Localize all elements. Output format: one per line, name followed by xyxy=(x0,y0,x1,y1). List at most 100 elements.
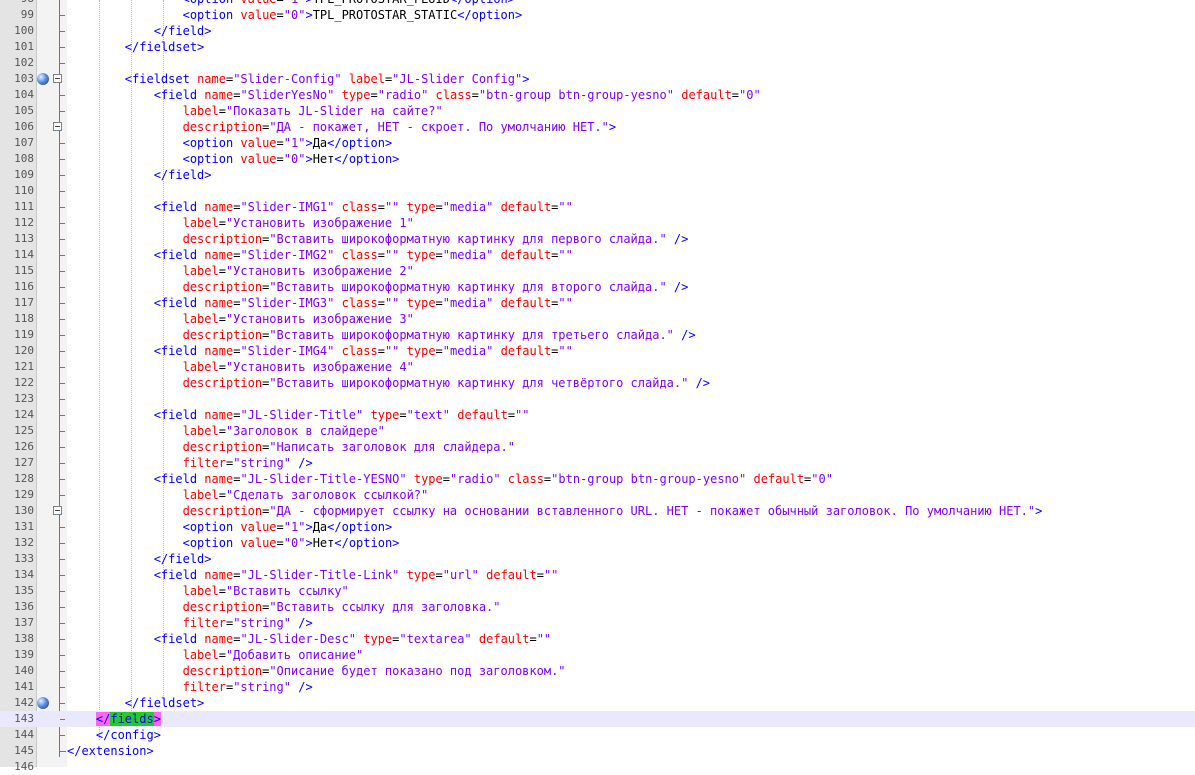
code-line[interactable]: 140 description="Описание будет показано… xyxy=(0,663,1195,679)
code-line[interactable]: 121 label="Установить изображение 4" xyxy=(0,359,1195,375)
code-line[interactable]: 125 label="Заголовок в слайдере" xyxy=(0,423,1195,439)
code-line[interactable]: 131 <option value="1">Да</option> xyxy=(0,519,1195,535)
code-line[interactable]: 118 label="Установить изображение 3" xyxy=(0,311,1195,327)
code-line[interactable]: 113 description="Вставить широкоформатну… xyxy=(0,231,1195,247)
code-line[interactable]: 111 <field name="Slider-IMG1" class="" t… xyxy=(0,199,1195,215)
code-line[interactable]: 122 description="Вставить широкоформатну… xyxy=(0,375,1195,391)
line-text: description="Написать заголовок для слай… xyxy=(182,440,515,454)
code-line[interactable]: 116 description="Вставить широкоформатну… xyxy=(0,279,1195,295)
line-number: 105 xyxy=(14,104,34,117)
code-line[interactable]: 133 </field> xyxy=(0,551,1195,567)
line-number: 116 xyxy=(14,280,34,293)
line-text: label="Сделать заголовок ссылкой?" xyxy=(182,488,429,502)
code-line[interactable]: 117 <field name="Slider-IMG3" class="" t… xyxy=(0,295,1195,311)
line-text: <field name="Slider-IMG3" class="" type=… xyxy=(153,296,573,310)
fold-tick xyxy=(60,719,65,720)
line-number: 102 xyxy=(14,56,34,69)
code-line[interactable]: 114 <field name="Slider-IMG2" class="" t… xyxy=(0,247,1195,263)
line-number: 146 xyxy=(14,760,34,773)
code-line[interactable]: 101 </fieldset> xyxy=(0,39,1195,55)
code-line[interactable]: 137 filter="string" /> xyxy=(0,615,1195,631)
line-number: 121 xyxy=(14,360,34,373)
line-text: filter="string" /> xyxy=(182,456,313,470)
code-line[interactable]: 129 label="Сделать заголовок ссылкой?" xyxy=(0,487,1195,503)
code-line[interactable]: 145 </extension> xyxy=(0,743,1195,759)
line-text: <option value="1">Да</option> xyxy=(182,136,393,150)
line-number: 135 xyxy=(14,584,34,597)
code-line[interactable]: 123 xyxy=(0,391,1195,407)
fold-tick xyxy=(60,191,65,192)
line-number: 106 xyxy=(14,120,34,133)
fold-tick xyxy=(60,655,65,656)
code-line[interactable]: 108 <option value="0">Нет</option> xyxy=(0,151,1195,167)
line-number: 100 xyxy=(14,24,34,37)
fold-tick xyxy=(60,463,65,464)
line-text: <option value="0">Нет</option> xyxy=(182,152,400,166)
line-number: 117 xyxy=(14,296,34,309)
fold-tick xyxy=(60,447,65,448)
fold-tick xyxy=(60,207,65,208)
code-line[interactable]: 102 xyxy=(0,55,1195,71)
code-line[interactable]: 105 label="Показать JL-Slider на сайте?" xyxy=(0,103,1195,119)
fold-tick xyxy=(60,15,65,16)
line-text: <option value="1">TPL_PROTOSTAR_FLUID</o… xyxy=(67,0,515,7)
code-line[interactable]: 130 description="ДА - сформирует ссылку … xyxy=(0,503,1195,519)
code-line[interactable]: 120 <field name="Slider-IMG4" class="" t… xyxy=(0,343,1195,359)
fold-tick xyxy=(60,591,65,592)
code-line[interactable]: 112 label="Установить изображение 1" xyxy=(0,215,1195,231)
line-number: 132 xyxy=(14,536,34,549)
code-line[interactable]: 136 description="Вставить ссылку для заг… xyxy=(0,599,1195,615)
bookmark-icon[interactable] xyxy=(37,697,49,709)
code-line[interactable]: 135 label="Вставить ссылку" xyxy=(0,583,1195,599)
line-number: 131 xyxy=(14,520,34,533)
code-line[interactable]: 99 <option value="0">TPL_PROTOSTAR_STATI… xyxy=(0,7,1195,23)
line-number: 145 xyxy=(14,744,34,757)
line-text: label="Показать JL-Slider на сайте?" xyxy=(182,104,443,118)
code-line[interactable]: 100 </field> xyxy=(0,23,1195,39)
code-line[interactable]: 146 xyxy=(0,759,1195,775)
fold-tick xyxy=(60,703,65,704)
fold-tick xyxy=(60,47,65,48)
line-text: description="ДА - сформирует ссылку на о… xyxy=(182,504,1043,518)
fold-tick xyxy=(60,303,65,304)
fold-tick xyxy=(60,287,65,288)
code-line[interactable]: 144 </config> xyxy=(0,727,1195,743)
line-number: 124 xyxy=(14,408,34,421)
fold-toggle-icon[interactable] xyxy=(53,74,62,83)
code-line[interactable]: 107 <option value="1">Да</option> xyxy=(0,135,1195,151)
code-editor[interactable]: 98 <option value="1">TPL_PROTOSTAR_FLUID… xyxy=(0,0,1195,775)
code-line[interactable]: 119 description="Вставить широкоформатну… xyxy=(0,327,1195,343)
fold-toggle-icon[interactable] xyxy=(53,506,62,515)
line-number: 123 xyxy=(14,392,34,405)
code-line[interactable]: 128 <field name="JL-Slider-Title-YESNO" … xyxy=(0,471,1195,487)
fold-tick xyxy=(60,255,65,256)
fold-toggle-icon[interactable] xyxy=(53,122,62,131)
fold-tick xyxy=(60,527,65,528)
line-text: description="Вставить широкоформатную ка… xyxy=(182,280,689,294)
code-line[interactable]: 106 description="ДА - покажет, НЕТ - скр… xyxy=(0,119,1195,135)
code-line[interactable]: 141 filter="string" /> xyxy=(0,679,1195,695)
line-text: description="Вставить ссылку для заголов… xyxy=(182,600,501,614)
code-line[interactable]: 132 <option value="0">Нет</option> xyxy=(0,535,1195,551)
code-line[interactable]: 134 <field name="JL-Slider-Title-Link" t… xyxy=(0,567,1195,583)
line-text: label="Установить изображение 1" xyxy=(182,216,414,230)
code-line[interactable]: 124 <field name="JL-Slider-Title" type="… xyxy=(0,407,1195,423)
code-line[interactable]: 138 <field name="JL-Slider-Desc" type="t… xyxy=(0,631,1195,647)
code-line[interactable]: 109 </field> xyxy=(0,167,1195,183)
code-line[interactable]: 103 <fieldset name="Slider-Config" label… xyxy=(0,71,1195,87)
code-line[interactable]: 98 <option value="1">TPL_PROTOSTAR_FLUID… xyxy=(0,0,1195,7)
code-line[interactable]: 142 </fieldset> xyxy=(0,695,1195,711)
code-line[interactable]: 139 label="Добавить описание" xyxy=(0,647,1195,663)
line-number: 103 xyxy=(14,72,34,85)
code-line[interactable]: 143 </fields> xyxy=(0,711,1195,727)
code-line[interactable]: 115 label="Установить изображение 2" xyxy=(0,263,1195,279)
code-line[interactable]: 126 description="Написать заголовок для … xyxy=(0,439,1195,455)
bookmark-icon[interactable] xyxy=(37,73,49,85)
code-line[interactable]: 110 xyxy=(0,183,1195,199)
code-line[interactable]: 104 <field name="SliderYesNo" type="radi… xyxy=(0,87,1195,103)
code-line[interactable]: 127 filter="string" /> xyxy=(0,455,1195,471)
line-number: 110 xyxy=(14,184,34,197)
fold-tick xyxy=(60,607,65,608)
fold-tick xyxy=(60,415,65,416)
line-text: <field name="Slider-IMG4" class="" type=… xyxy=(153,344,573,358)
